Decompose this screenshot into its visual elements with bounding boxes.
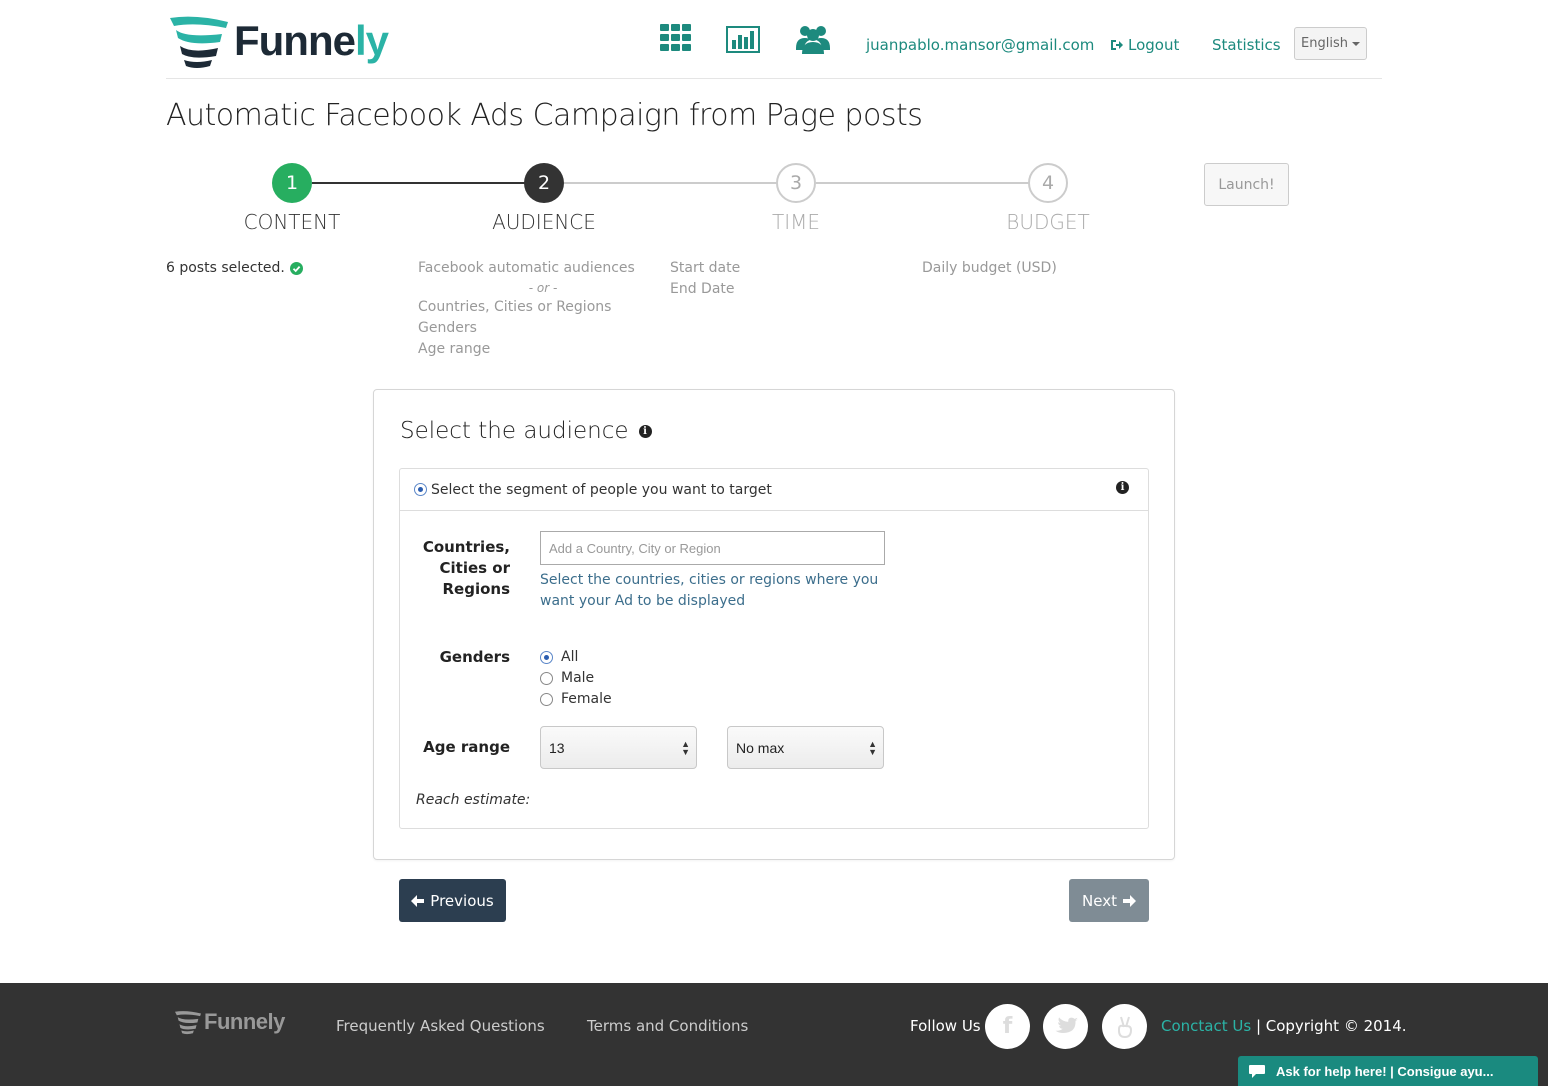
panel-title: Select the audience i: [400, 418, 652, 444]
gender-label-all: All: [561, 649, 579, 665]
arrow-left-icon: [411, 894, 425, 907]
gender-radio-all[interactable]: [540, 650, 553, 664]
info-icon[interactable]: i: [1116, 481, 1129, 494]
facebook-icon[interactable]: f: [985, 1004, 1030, 1049]
gender-option-male[interactable]: Male: [540, 670, 594, 686]
gender-option-female[interactable]: Female: [540, 691, 612, 707]
segment-label: Select the segment of people you want to…: [431, 481, 772, 498]
segment-box: Select the segment of people you want to…: [399, 468, 1149, 829]
step-4-circle[interactable]: 4: [1028, 163, 1068, 203]
location-placeholder: Add a Country, City or Region: [549, 540, 721, 556]
audience-summary-line: Age range: [418, 341, 491, 357]
audience-summary-line: Countries, Cities or Regions: [418, 299, 612, 315]
footer-logo-text: Funnely: [204, 1009, 285, 1034]
statistics-link[interactable]: Statistics: [1212, 36, 1281, 54]
step-3-label: TIME: [771, 210, 820, 234]
audience-summary-line: Facebook automatic audiences: [418, 260, 635, 276]
logout-link[interactable]: Logout: [1110, 36, 1179, 54]
gender-label-female: Female: [561, 691, 612, 707]
contact-link[interactable]: Conctact Us: [1161, 1017, 1251, 1035]
bar-chart-icon[interactable]: [726, 26, 760, 57]
step-2-circle[interactable]: 2: [524, 163, 564, 203]
language-label: English: [1301, 36, 1348, 51]
age-range-label: Age range: [423, 738, 510, 756]
step-connector-2: [564, 182, 796, 184]
age-max-select[interactable]: No max ▲ ▼: [727, 726, 884, 769]
audience-panel: Select the audience i Select the segment…: [373, 389, 1175, 860]
audience-summary-line: Genders: [418, 320, 477, 336]
age-max-value: No max: [736, 739, 785, 756]
step-1-label: CONTENT: [243, 210, 341, 234]
contact-copyright: Conctact Us | Copyright © 2014.: [1161, 1017, 1407, 1035]
gender-option-all[interactable]: All: [540, 649, 578, 665]
help-chat-widget[interactable]: Ask for help here! | Consigue ayu...: [1238, 1056, 1538, 1086]
faq-link[interactable]: Frequently Asked Questions: [336, 1017, 545, 1035]
language-dropdown[interactable]: English: [1294, 27, 1367, 60]
previous-button[interactable]: Previous: [399, 879, 506, 922]
step-3-circle[interactable]: 3: [776, 163, 816, 203]
content-summary-text: 6 posts selected.: [166, 260, 285, 276]
age-min-value: 13: [549, 739, 565, 756]
select-arrows-icon: ▲ ▼: [868, 739, 877, 757]
angellist-icon[interactable]: [1102, 1004, 1147, 1049]
twitter-icon[interactable]: [1043, 1004, 1088, 1049]
copyright-text: | Copyright © 2014.: [1251, 1017, 1407, 1035]
step-2-label: AUDIENCE: [492, 210, 596, 234]
next-label: Next: [1082, 891, 1117, 910]
time-summary-line: Start date: [670, 260, 741, 276]
logout-label: Logout: [1128, 36, 1180, 54]
next-button[interactable]: Next: [1069, 879, 1149, 922]
step-connector-3: [816, 182, 1048, 184]
age-min-select[interactable]: 13 ▲ ▼: [540, 726, 697, 769]
content-summary: 6 posts selected.: [166, 258, 303, 279]
apps-grid-icon[interactable]: [660, 24, 691, 55]
budget-summary-line: Daily budget (USD): [922, 260, 1057, 276]
step-1-circle[interactable]: 1: [272, 163, 312, 203]
terms-link[interactable]: Terms and Conditions: [587, 1017, 748, 1035]
header: Funnely juanpablo.mansor@gmail.com Logou…: [166, 0, 1382, 79]
segment-header[interactable]: Select the segment of people you want to…: [400, 469, 1148, 511]
audience-summary: Facebook automatic audiences - or - Coun…: [418, 258, 668, 360]
gender-radio-male[interactable]: [540, 671, 553, 685]
previous-label: Previous: [430, 891, 494, 910]
time-summary: Start date End Date: [670, 258, 740, 300]
funnel-logo-icon: [170, 16, 228, 68]
funnely-logo[interactable]: Funnely: [166, 12, 389, 70]
reach-estimate: Reach estimate:: [416, 792, 531, 808]
logo-text: Funnely: [234, 17, 389, 64]
genders-label: Genders: [439, 648, 510, 666]
segment-radio[interactable]: [414, 483, 427, 496]
chat-bubble-icon: [1249, 1065, 1265, 1078]
time-summary-line: End Date: [670, 281, 735, 297]
user-email-link[interactable]: juanpablo.mansor@gmail.com: [866, 36, 1094, 54]
page-title: Automatic Facebook Ads Campaign from Pag…: [166, 98, 923, 133]
location-input[interactable]: Add a Country, City or Region: [540, 531, 885, 565]
budget-summary: Daily budget (USD): [922, 258, 1057, 279]
location-label: Countries, Cities or Regions: [422, 538, 510, 598]
panel-title-text: Select the audience: [400, 418, 629, 444]
check-circle-icon: [289, 262, 303, 275]
location-help-text: Select the countries, cities or regions …: [540, 572, 879, 609]
audience-summary-or: - or -: [528, 281, 558, 295]
launch-button[interactable]: Launch!: [1204, 163, 1289, 206]
step-4-label: BUDGET: [1006, 210, 1090, 234]
step-connector-1: [312, 182, 544, 184]
gender-radio-female[interactable]: [540, 692, 553, 706]
funnel-logo-icon: [175, 1011, 201, 1035]
caret-down-icon: [1351, 41, 1360, 46]
gender-label-male: Male: [561, 670, 595, 686]
arrow-right-icon: [1122, 894, 1136, 907]
select-arrows-icon: ▲ ▼: [681, 739, 690, 757]
logout-icon: [1111, 40, 1123, 50]
footer-logo[interactable]: Funnely: [172, 1009, 285, 1035]
follow-us-label: Follow Us: [910, 1017, 981, 1035]
info-icon[interactable]: i: [638, 424, 652, 438]
help-chat-label: Ask for help here! | Consigue ayu...: [1276, 1063, 1494, 1079]
users-group-icon[interactable]: [796, 24, 830, 58]
